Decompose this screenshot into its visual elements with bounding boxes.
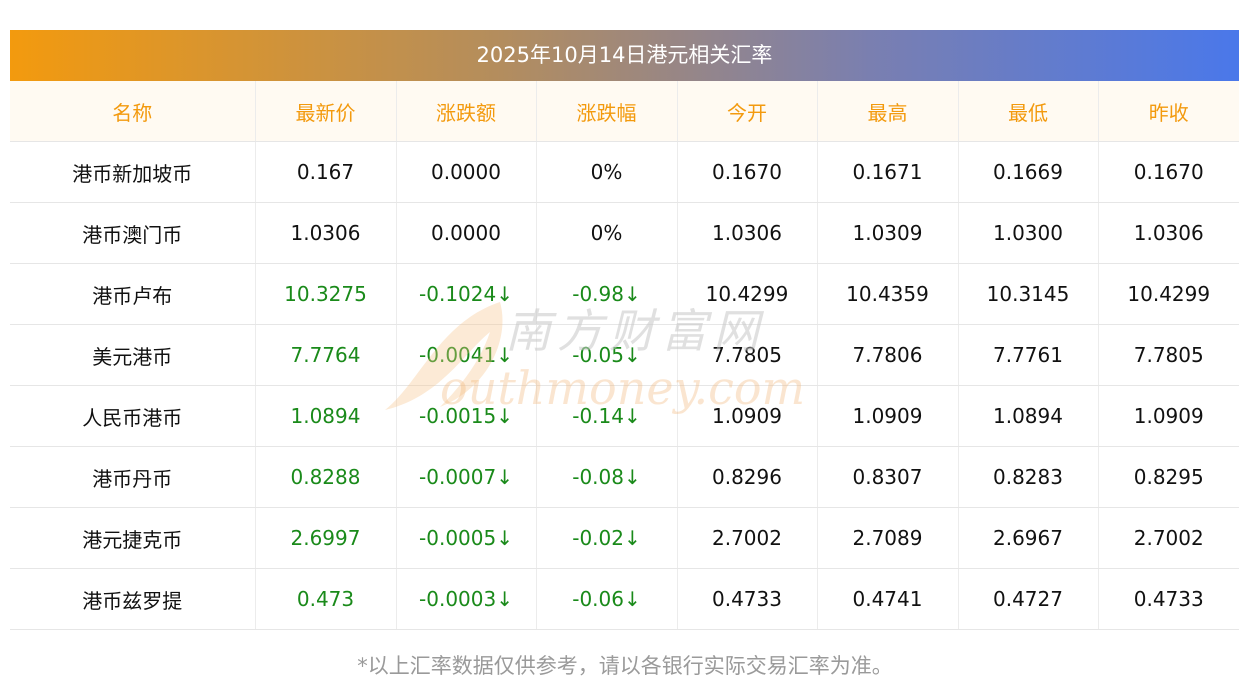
cell-low: 0.8283 (958, 446, 1099, 508)
cell-open: 0.4733 (677, 568, 818, 630)
cell-pct: -0.06↓ (536, 568, 678, 630)
cell-low: 2.6967 (958, 507, 1099, 569)
cell-low: 0.4727 (958, 568, 1099, 630)
table-row: 港元捷克币 2.6997 -0.0005↓ -0.02↓ 2.7002 2.7089 2.6… (10, 507, 1239, 569)
col-header-open: 今开 (677, 81, 818, 142)
cell-name: 港币兹罗提 (10, 568, 256, 630)
table-title: 2025年10月14日港元相关汇率 (10, 30, 1239, 81)
cell-name: 人民币港币 (10, 385, 256, 447)
cell-latest: 0.8288 (255, 446, 397, 508)
cell-prev: 10.4299 (1098, 263, 1239, 325)
rate-table: 名称 最新价 涨跌额 涨跌幅 今开 最高 最低 昨收 港币新加坡币 0.167 0.… (10, 81, 1239, 630)
cell-high: 0.1671 (817, 141, 959, 203)
cell-pct: -0.14↓ (536, 385, 678, 447)
cell-low: 0.1669 (958, 141, 1099, 203)
cell-latest: 10.3275 (255, 263, 397, 325)
col-header-low: 最低 (958, 81, 1099, 142)
table-row: 港币澳门币 1.0306 0.0000 0% 1.0306 1.0309 1.0300 1.0… (10, 202, 1239, 264)
cell-latest: 1.0306 (255, 202, 397, 264)
cell-prev: 7.7805 (1098, 324, 1239, 386)
cell-change: -0.0015↓ (396, 385, 537, 447)
cell-open: 1.0909 (677, 385, 818, 447)
cell-name: 港币丹币 (10, 446, 256, 508)
cell-name: 港币澳门币 (10, 202, 256, 264)
cell-high: 2.7089 (817, 507, 959, 569)
cell-name: 港币新加坡币 (10, 141, 256, 203)
cell-change: -0.0005↓ (396, 507, 537, 569)
cell-low: 1.0894 (958, 385, 1099, 447)
cell-high: 1.0309 (817, 202, 959, 264)
table-row: 港币丹币 0.8288 -0.0007↓ -0.08↓ 0.8296 0.8307 0.82… (10, 446, 1239, 508)
cell-latest: 0.167 (255, 141, 397, 203)
cell-pct: 0% (536, 202, 678, 264)
cell-prev: 0.8295 (1098, 446, 1239, 508)
cell-open: 0.1670 (677, 141, 818, 203)
cell-pct: -0.02↓ (536, 507, 678, 569)
cell-change: -0.0007↓ (396, 446, 537, 508)
cell-pct: -0.98↓ (536, 263, 678, 325)
col-header-high: 最高 (817, 81, 959, 142)
cell-name: 美元港币 (10, 324, 256, 386)
cell-change: -0.0041↓ (396, 324, 537, 386)
cell-high: 0.4741 (817, 568, 959, 630)
cell-name: 港元捷克币 (10, 507, 256, 569)
cell-open: 2.7002 (677, 507, 818, 569)
cell-high: 10.4359 (817, 263, 959, 325)
col-header-latest: 最新价 (255, 81, 397, 142)
cell-pct: 0% (536, 141, 678, 203)
col-header-change: 涨跌额 (396, 81, 537, 142)
cell-latest: 7.7764 (255, 324, 397, 386)
cell-prev: 1.0909 (1098, 385, 1239, 447)
rate-table-panel: 2025年10月14日港元相关汇率 名称 最新价 涨跌额 涨跌幅 今开 最高 最… (10, 30, 1239, 630)
cell-open: 0.8296 (677, 446, 818, 508)
cell-latest: 2.6997 (255, 507, 397, 569)
cell-pct: -0.05↓ (536, 324, 678, 386)
table-row: 人民币港币 1.0894 -0.0015↓ -0.14↓ 1.0909 1.0909 1.0… (10, 385, 1239, 447)
col-header-pct: 涨跌幅 (536, 81, 678, 142)
cell-change: 0.0000 (396, 202, 537, 264)
cell-open: 1.0306 (677, 202, 818, 264)
cell-change: -0.1024↓ (396, 263, 537, 325)
cell-low: 1.0300 (958, 202, 1099, 264)
cell-high: 0.8307 (817, 446, 959, 508)
cell-prev: 1.0306 (1098, 202, 1239, 264)
cell-latest: 0.473 (255, 568, 397, 630)
cell-prev: 2.7002 (1098, 507, 1239, 569)
cell-change: 0.0000 (396, 141, 537, 203)
footnote: *以上汇率数据仅供参考，请以各银行实际交易汇率为准。 (357, 654, 893, 678)
cell-open: 10.4299 (677, 263, 818, 325)
table-row: 美元港币 7.7764 -0.0041↓ -0.05↓ 7.7805 7.7806 7.77… (10, 324, 1239, 386)
table-row: 港币新加坡币 0.167 0.0000 0% 0.1670 0.1671 0.1669 0.1… (10, 141, 1239, 203)
cell-prev: 0.4733 (1098, 568, 1239, 630)
cell-prev: 0.1670 (1098, 141, 1239, 203)
col-header-name: 名称 (10, 81, 256, 142)
table-header-row: 名称 最新价 涨跌额 涨跌幅 今开 最高 最低 昨收 (10, 81, 1239, 142)
cell-low: 7.7761 (958, 324, 1099, 386)
cell-high: 1.0909 (817, 385, 959, 447)
cell-pct: -0.08↓ (536, 446, 678, 508)
cell-latest: 1.0894 (255, 385, 397, 447)
cell-low: 10.3145 (958, 263, 1099, 325)
cell-open: 7.7805 (677, 324, 818, 386)
cell-high: 7.7806 (817, 324, 959, 386)
cell-name: 港币卢布 (10, 263, 256, 325)
table-row: 港币兹罗提 0.473 -0.0003↓ -0.06↓ 0.4733 0.4741 0.47… (10, 568, 1239, 630)
cell-change: -0.0003↓ (396, 568, 537, 630)
table-row: 港币卢布 10.3275 -0.1024↓ -0.98↓ 10.4299 10.4359 1… (10, 263, 1239, 325)
col-header-prev: 昨收 (1098, 81, 1239, 142)
